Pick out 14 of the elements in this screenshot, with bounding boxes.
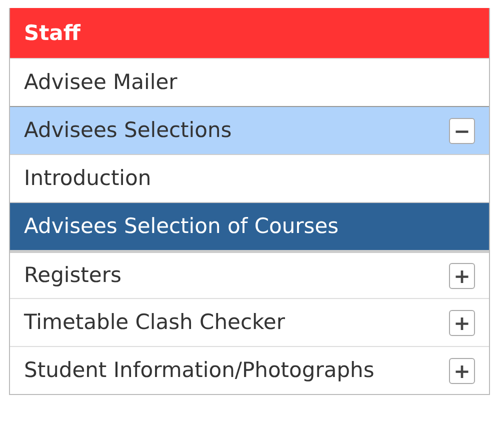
panel-header: Staff — [10, 8, 489, 58]
expand-button[interactable]: + — [449, 358, 475, 384]
collapse-button[interactable]: − — [449, 118, 475, 144]
menu-item-label: Advisee Mailer — [24, 69, 178, 96]
expand-button[interactable]: + — [449, 262, 475, 288]
menu-item-label: Student Information/Photographs — [24, 357, 374, 384]
expand-button[interactable]: + — [449, 310, 475, 336]
menu-item-label: Advisees Selections — [24, 117, 232, 144]
menu-item[interactable]: Advisees Selection of Courses — [10, 202, 489, 250]
menu-item-label: Registers — [24, 262, 122, 290]
menu-item[interactable]: Advisees Selections − — [10, 106, 489, 154]
menu-item-label: Advisees Selection of Courses — [24, 213, 339, 240]
menu-item-label: Timetable Clash Checker — [24, 309, 285, 336]
menu-item-label: Introduction — [24, 165, 152, 192]
